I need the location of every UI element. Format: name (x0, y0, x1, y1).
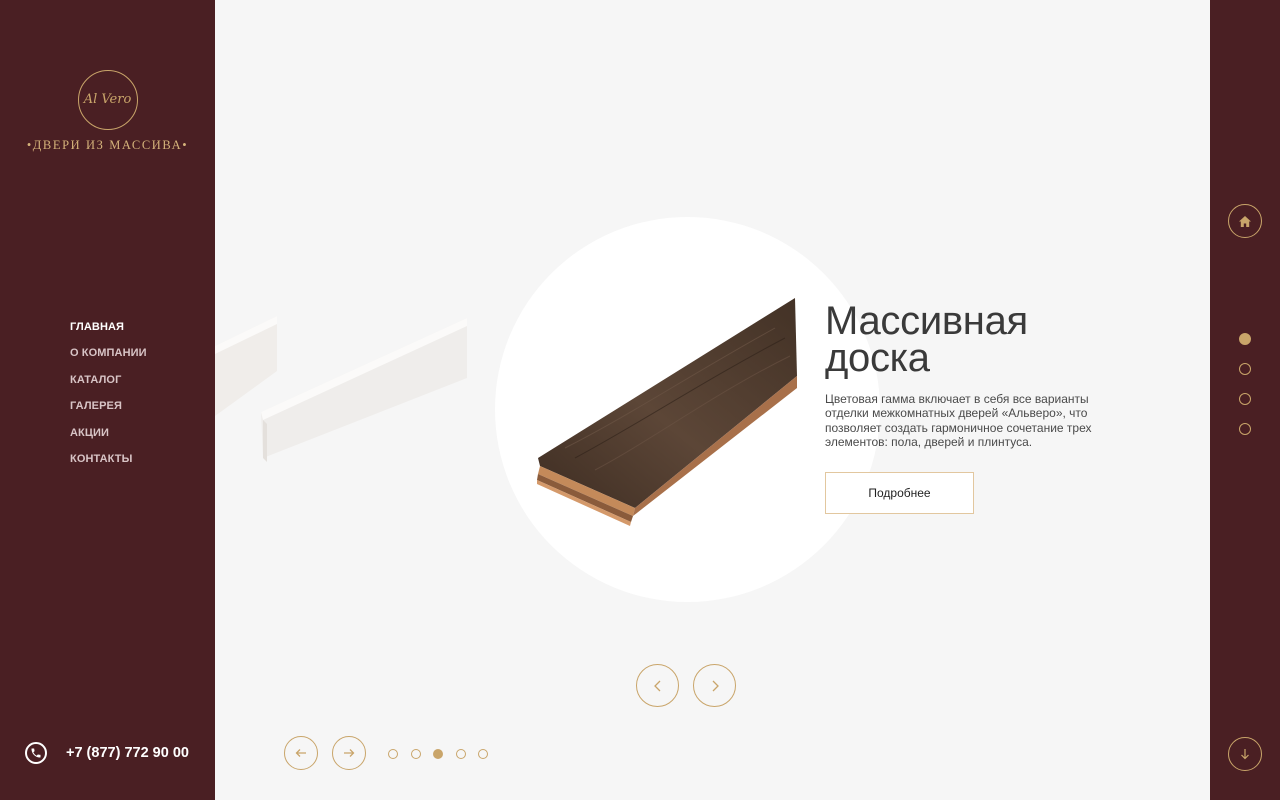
main-nav: ГЛАВНАЯ О КОМПАНИИ КАТАЛОГ ГАЛЕРЕЯ АКЦИИ… (70, 320, 147, 478)
arrow-right-icon (344, 749, 355, 757)
product-plank-image (537, 298, 797, 526)
chevron-left-icon (653, 680, 660, 691)
section-dot-4[interactable] (1239, 423, 1251, 435)
logo-monogram-text: Al Vero (83, 92, 132, 107)
nav-item-catalog[interactable]: КАТАЛОГ (70, 373, 147, 399)
slide-title: Массивная доска (825, 301, 1028, 381)
carousel-dot-5[interactable] (478, 749, 488, 759)
carousel-dot-2[interactable] (410, 749, 421, 759)
carousel-next-button[interactable] (332, 736, 366, 770)
carousel-prev-button[interactable] (284, 736, 318, 770)
carousel-dot-4[interactable] (455, 749, 466, 759)
slide-description: Цветовая гамма включает в себя все вариа… (825, 392, 1092, 449)
carousel-dot-3[interactable] (433, 749, 443, 759)
carousel-dot-1[interactable] (388, 749, 398, 759)
section-dot-2[interactable] (1239, 363, 1251, 375)
section-pagination (1239, 333, 1251, 453)
logo-tagline: •ДВЕРИ ИЗ МАССИВА• (26, 138, 189, 152)
arrow-down-icon (1241, 749, 1249, 760)
logo-monogram: Al Vero (77, 70, 138, 130)
home-icon (1239, 215, 1251, 227)
phone-number: +7 (877) 772 90 00 (66, 745, 189, 761)
slide-title-line-2: доска (825, 336, 930, 381)
section-dot-3[interactable] (1239, 393, 1251, 405)
nav-item-contacts[interactable]: КОНТАКТЫ (70, 452, 147, 478)
section-dot-1[interactable] (1239, 333, 1251, 345)
slide-prev-button[interactable] (636, 664, 679, 707)
arrow-left-icon (295, 749, 306, 757)
nav-item-promotions[interactable]: АКЦИИ (70, 426, 147, 452)
home-button[interactable] (1228, 204, 1262, 238)
nav-item-home[interactable]: ГЛАВНАЯ (70, 320, 147, 346)
previous-slide-plank-image-2 (261, 318, 467, 462)
nav-item-about[interactable]: О КОМПАНИИ (70, 346, 147, 372)
scroll-down-button[interactable] (1228, 737, 1262, 771)
phone-icon (25, 742, 47, 764)
logo[interactable]: Al Vero •ДВЕРИ ИЗ МАССИВА• (0, 70, 215, 153)
nav-item-gallery[interactable]: ГАЛЕРЕЯ (70, 399, 147, 425)
chevron-right-icon (712, 680, 719, 691)
phone-contact[interactable]: +7 (877) 772 90 00 (25, 742, 189, 764)
more-button[interactable]: Подробнее (825, 472, 974, 514)
carousel-pagination (388, 749, 501, 759)
hero-slider: Массивная доска Цветовая гамма включает … (215, 0, 1210, 800)
left-sidebar: Al Vero •ДВЕРИ ИЗ МАССИВА• ГЛАВНАЯ О КОМ… (0, 0, 215, 800)
slide-next-button[interactable] (693, 664, 736, 707)
right-sidebar (1210, 0, 1280, 800)
